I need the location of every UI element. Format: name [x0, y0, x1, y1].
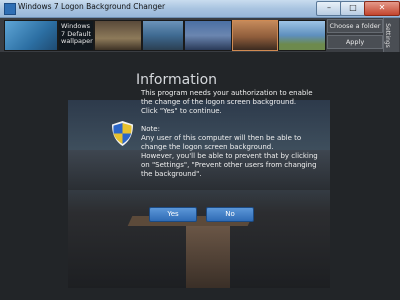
app-icon	[4, 3, 16, 15]
note-label: Note:	[141, 125, 160, 133]
minimize-button[interactable]: –	[316, 1, 342, 16]
window-title: Windows 7 Logon Background Changer	[18, 2, 166, 11]
wallpaper-thumbnail-selected[interactable]	[232, 20, 278, 51]
wallpaper-thumbnail[interactable]	[278, 20, 326, 51]
dialog-title: Information	[136, 72, 218, 88]
wallpaper-thumbnail[interactable]	[4, 20, 58, 51]
wallpaper-thumbnail[interactable]	[142, 20, 184, 51]
wallpaper-thumbnail[interactable]	[94, 20, 142, 51]
message-prevent: However, you'll be able to prevent that …	[141, 152, 318, 178]
thumbnail-caption[interactable]: Windows 7 Default wallpaper	[58, 20, 94, 51]
uac-shield-icon	[112, 121, 133, 146]
preview-dock-path	[186, 226, 230, 288]
yes-button[interactable]: Yes	[149, 207, 197, 222]
thumbnail-caption-text: Windows 7 Default wallpaper	[61, 22, 93, 45]
settings-tab[interactable]: Settings	[383, 18, 399, 52]
wallpaper-thumbnail[interactable]	[184, 20, 232, 51]
thumbnail-strip: Windows 7 Default wallpaper Choose a fol…	[0, 18, 400, 52]
title-bar[interactable]: Windows 7 Logon Background Changer – □ ✕	[0, 0, 400, 18]
no-button[interactable]: No	[206, 207, 254, 222]
maximize-button[interactable]: □	[340, 1, 366, 16]
apply-button[interactable]: Apply	[327, 35, 383, 49]
message-continue: Click "Yes" to continue.	[141, 107, 222, 115]
settings-tab-label: Settings	[383, 23, 391, 48]
message-note: Any user of this computer will then be a…	[141, 134, 302, 151]
dialog-message: This program needs your authorization to…	[141, 89, 321, 179]
close-button[interactable]: ✕	[364, 1, 400, 16]
choose-folder-button[interactable]: Choose a folder	[327, 19, 383, 33]
app-window: Windows 7 Logon Background Changer – □ ✕…	[0, 0, 400, 300]
message-authorization: This program needs your authorization to…	[141, 89, 313, 106]
